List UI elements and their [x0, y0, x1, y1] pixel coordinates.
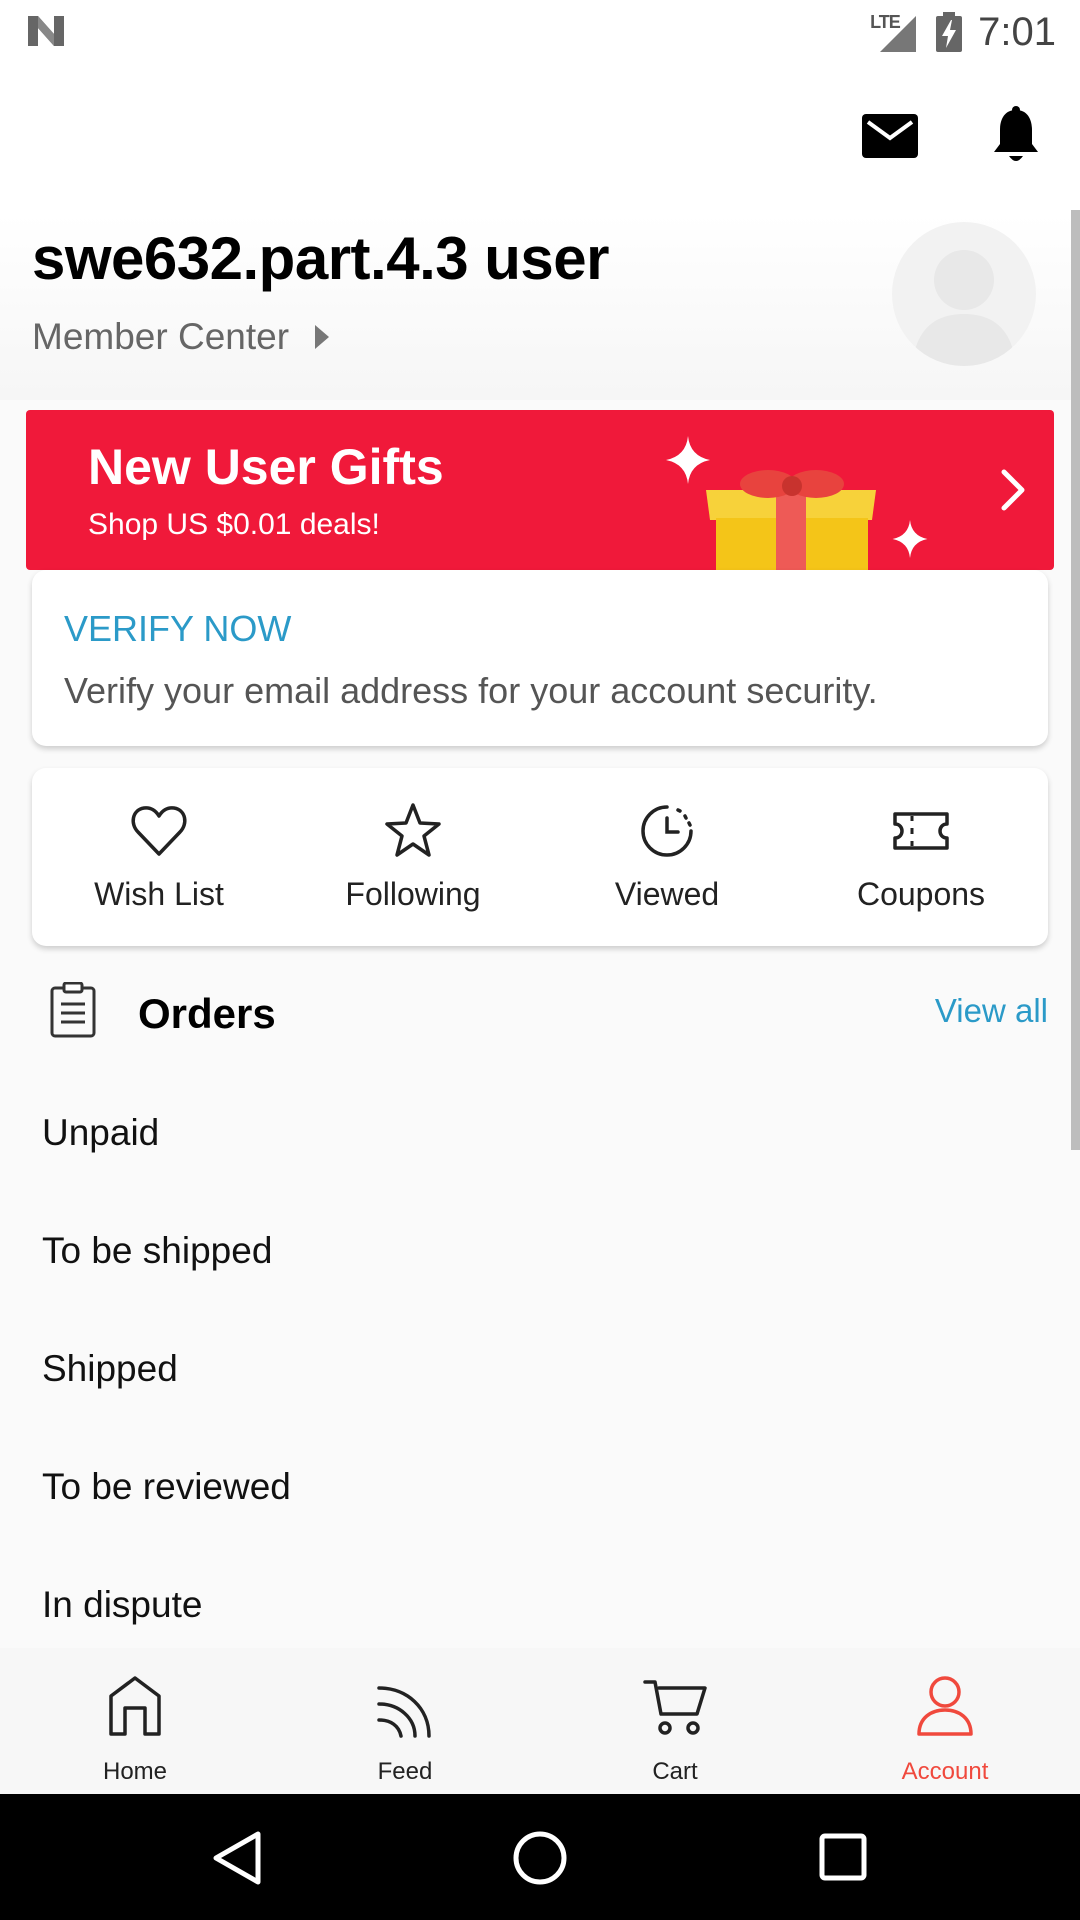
nav-cart[interactable]: Cart: [540, 1648, 810, 1794]
quick-link-label: Wish List: [94, 876, 224, 912]
avatar[interactable]: [892, 222, 1036, 366]
order-status-in-dispute[interactable]: In dispute: [42, 1584, 202, 1626]
member-center-link[interactable]: Member Center: [32, 316, 330, 358]
verify-email-card[interactable]: VERIFY NOW Verify your email address for…: [32, 570, 1048, 746]
verify-description: Verify your email address for your accou…: [64, 670, 878, 711]
new-user-gifts-banner[interactable]: New User Gifts Shop US $0.01 deals!: [26, 410, 1054, 570]
recent-apps-icon[interactable]: [818, 1832, 868, 1882]
top-header: [0, 64, 1080, 214]
signal-icon: LTE: [870, 10, 920, 54]
account-icon: [917, 1676, 973, 1736]
gift-box-icon: [706, 470, 876, 570]
bell-icon[interactable]: [990, 106, 1042, 164]
feed-icon: [377, 1686, 431, 1738]
heart-icon: [131, 806, 187, 856]
star-icon: [385, 803, 441, 857]
order-status-shipped[interactable]: Shipped: [42, 1348, 178, 1390]
sparkle-icon: [892, 520, 928, 558]
ticket-icon: [893, 812, 949, 850]
nav-label: Home: [102, 1758, 168, 1785]
quick-link-wish-list[interactable]: Wish List: [32, 768, 286, 946]
order-status-to-be-reviewed[interactable]: To be reviewed: [42, 1466, 291, 1508]
cart-icon: [643, 1680, 707, 1735]
view-all-orders-link[interactable]: View all: [935, 992, 1048, 1030]
home-circle-icon[interactable]: [512, 1830, 568, 1886]
home-icon: [109, 1676, 161, 1736]
nav-account[interactable]: Account: [810, 1648, 1080, 1794]
verify-now-link[interactable]: VERIFY NOW: [64, 608, 291, 650]
nav-feed[interactable]: Feed: [270, 1648, 540, 1794]
banner-subtitle: Shop US $0.01 deals!: [88, 508, 380, 541]
chevron-right-icon: [1001, 469, 1025, 511]
bottom-nav: Home Feed Cart Account: [0, 1648, 1080, 1794]
system-nav-bar: [0, 1794, 1080, 1920]
quick-link-label: Coupons: [856, 876, 986, 912]
nav-label: Cart: [652, 1758, 698, 1785]
quick-link-viewed[interactable]: Viewed: [540, 768, 794, 946]
quick-link-label: Following: [345, 876, 481, 912]
quick-link-label: Viewed: [614, 876, 720, 912]
status-right: LTE 7:01: [870, 8, 1056, 56]
quick-link-following[interactable]: Following: [286, 768, 540, 946]
member-center-label: Member Center: [32, 316, 290, 357]
banner-title: New User Gifts: [88, 439, 444, 495]
order-status-to-be-shipped[interactable]: To be shipped: [42, 1230, 272, 1272]
clock-icon: [641, 805, 693, 857]
profile-area: swe632.part.4.3 user Member Center: [0, 214, 1080, 400]
order-status-unpaid[interactable]: Unpaid: [42, 1112, 159, 1154]
quick-link-coupons[interactable]: Coupons: [794, 768, 1048, 946]
avatar-silhouette-icon: [912, 250, 1016, 366]
caret-right-icon: [315, 325, 330, 349]
nav-label: Feed: [377, 1758, 433, 1785]
back-icon[interactable]: [210, 1830, 264, 1886]
nav-label: Account: [901, 1758, 989, 1785]
status-bar: LTE 7:01: [0, 0, 1080, 64]
battery-charging-icon: [936, 12, 963, 52]
android-n-icon: [28, 16, 64, 46]
mail-icon[interactable]: [862, 114, 918, 158]
user-name: swe632.part.4.3 user: [32, 225, 610, 292]
quick-links-card: Wish List Following Viewed Coupons: [32, 768, 1048, 946]
orders-title: Orders: [138, 990, 276, 1037]
nav-home[interactable]: Home: [0, 1648, 270, 1794]
clipboard-icon: [50, 982, 96, 1038]
orders-header: Orders View all: [0, 968, 1080, 1058]
clock-time: 7:01: [978, 9, 1056, 54]
